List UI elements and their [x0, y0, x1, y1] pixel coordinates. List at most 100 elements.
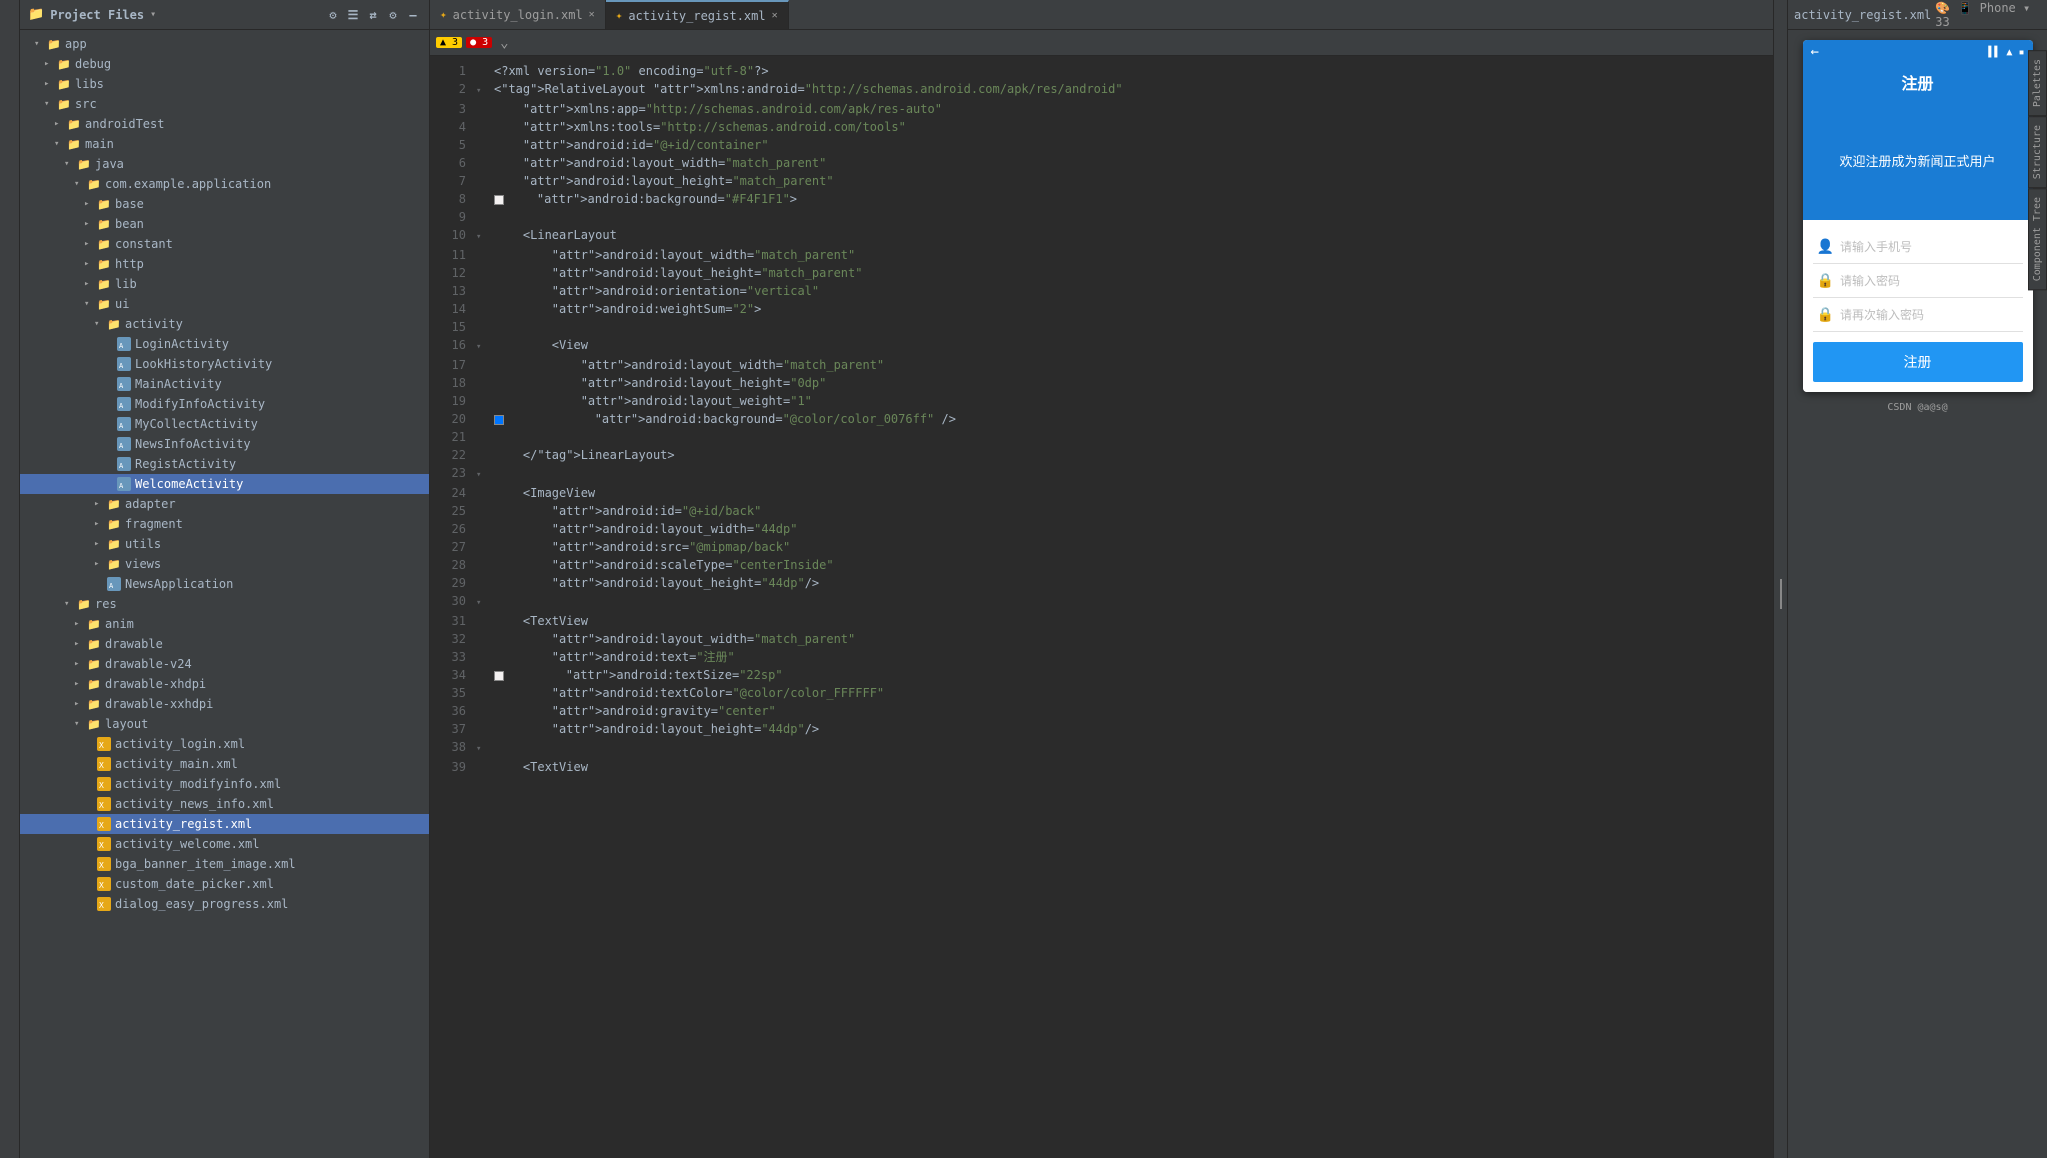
gutter-33	[476, 648, 492, 666]
fold-icon-30[interactable]: ▾	[476, 598, 481, 608]
tree-item-25[interactable]: ▸📁fragment	[20, 514, 429, 534]
tree-item-34[interactable]: ▸📁drawable-xxhdpi	[20, 694, 429, 714]
tab-label-2: activity_regist.xml	[628, 9, 765, 23]
tree-item-8[interactable]: ▾📁com.example.application	[20, 174, 429, 194]
phone-register-button[interactable]: 注册	[1813, 342, 2023, 382]
code-line-5: "attr">android:id="@+id/container"	[492, 136, 1763, 154]
tree-item-28[interactable]: ANewsApplication	[20, 574, 429, 594]
file-tree: ▾📁app▸📁debug▸📁libs▾📁src▸📁androidTest▾📁ma…	[20, 30, 429, 1158]
tree-item-29[interactable]: ▾📁res	[20, 594, 429, 614]
tree-item-20[interactable]: AMyCollectActivity	[20, 414, 429, 434]
tree-item-21[interactable]: ANewsInfoActivity	[20, 434, 429, 454]
code-line-8: "attr">android:background="#F4F1F1">	[492, 190, 1763, 208]
tree-item-13[interactable]: ▸📁lib	[20, 274, 429, 294]
tree-item-12[interactable]: ▸📁http	[20, 254, 429, 274]
tab-close-1[interactable]: ✕	[589, 9, 595, 20]
project-sidebar: 📁 Project Files ▾ ⚙ ☰ ⇄ ⚙ — ▾📁app▸📁debug…	[20, 0, 430, 1158]
tree-item-4[interactable]: ▾📁src	[20, 94, 429, 114]
fold-icon-2[interactable]: ▾	[476, 86, 481, 96]
line-num-25: 25	[440, 502, 476, 520]
tree-item-38[interactable]: Xactivity_modifyinfo.xml	[20, 774, 429, 794]
folder-icon-4: 📁	[56, 96, 72, 112]
fold-icon-10[interactable]: ▾	[476, 232, 481, 242]
tree-label-14: ui	[115, 297, 129, 311]
color-swatch-8	[494, 195, 504, 205]
tab-component-tree[interactable]: Component Tree	[2028, 188, 2047, 290]
tree-label-22: RegistActivity	[135, 457, 236, 471]
code-editor-container[interactable]: 1<?xml version="1.0" encoding="utf-8"?>2…	[430, 56, 1773, 1158]
line-num-1: 1	[440, 62, 476, 80]
tree-item-43[interactable]: Xcustom_date_picker.xml	[20, 874, 429, 894]
tree-arrow-4: ▾	[44, 99, 56, 109]
phone-form-area: 👤 请输入手机号 🔒 请输入密码 🔒 请再次输入密码 注册	[1803, 220, 2033, 392]
tree-item-19[interactable]: AModifyInfoActivity	[20, 394, 429, 414]
phone-icon[interactable]: 📱 Phone ▾ 33	[1935, 1, 2030, 29]
tab-login-xml[interactable]: ✦ activity_login.xml ✕	[430, 0, 606, 29]
palette-icon[interactable]: 🎨	[1935, 1, 1950, 15]
tree-item-5[interactable]: ▸📁androidTest	[20, 114, 429, 134]
settings-icon[interactable]: ⚙	[325, 7, 341, 23]
tree-item-6[interactable]: ▾📁main	[20, 134, 429, 154]
tree-item-3[interactable]: ▸📁libs	[20, 74, 429, 94]
tree-item-24[interactable]: ▸📁adapter	[20, 494, 429, 514]
tree-item-17[interactable]: ALookHistoryActivity	[20, 354, 429, 374]
phone-input-confirm: 🔒 请再次输入密码	[1813, 298, 2023, 332]
tree-item-9[interactable]: ▸📁base	[20, 194, 429, 214]
tree-label-38: activity_modifyinfo.xml	[115, 777, 281, 791]
minimize-icon[interactable]: —	[405, 7, 421, 23]
tree-item-41[interactable]: Xactivity_welcome.xml	[20, 834, 429, 854]
tree-label-23: WelcomeActivity	[135, 477, 243, 491]
tree-item-10[interactable]: ▸📁bean	[20, 214, 429, 234]
tree-item-14[interactable]: ▾📁ui	[20, 294, 429, 314]
tab-palettes[interactable]: Palettes	[2028, 50, 2047, 116]
tree-item-26[interactable]: ▸📁utils	[20, 534, 429, 554]
gutter-36	[476, 702, 492, 720]
line-num-5: 5	[440, 136, 476, 154]
tree-item-22[interactable]: ARegistActivity	[20, 454, 429, 474]
tree-item-1[interactable]: ▾📁app	[20, 34, 429, 54]
tree-label-15: activity	[125, 317, 183, 331]
tree-item-44[interactable]: Xdialog_easy_progress.xml	[20, 894, 429, 914]
sync-icon[interactable]: ⇄	[365, 7, 381, 23]
tree-item-37[interactable]: Xactivity_main.xml	[20, 754, 429, 774]
tree-item-2[interactable]: ▸📁debug	[20, 54, 429, 74]
code-line-21	[492, 428, 1763, 446]
preview-filename: activity_regist.xml	[1794, 8, 1931, 22]
tab-close-2[interactable]: ✕	[772, 10, 778, 21]
tree-item-32[interactable]: ▸📁drawable-v24	[20, 654, 429, 674]
tree-item-11[interactable]: ▸📁constant	[20, 234, 429, 254]
svg-text:X: X	[99, 761, 104, 770]
tree-label-18: MainActivity	[135, 377, 222, 391]
preview-panel: activity_regist.xml 🎨 📱 Phone ▾ 33 ← ▌▌ …	[1787, 0, 2047, 1158]
tab-regist-xml[interactable]: ✦ activity_regist.xml ✕	[606, 0, 789, 29]
fold-icon-38[interactable]: ▾	[476, 744, 481, 754]
tree-item-27[interactable]: ▸📁views	[20, 554, 429, 574]
fold-icon-16[interactable]: ▾	[476, 342, 481, 352]
tree-item-40[interactable]: Xactivity_regist.xml	[20, 814, 429, 834]
tree-item-23[interactable]: AWelcomeActivity	[20, 474, 429, 494]
folder-icon-5: 📁	[66, 116, 82, 132]
tree-item-7[interactable]: ▾📁java	[20, 154, 429, 174]
tree-item-36[interactable]: Xactivity_login.xml	[20, 734, 429, 754]
tree-item-15[interactable]: ▾📁activity	[20, 314, 429, 334]
tree-item-31[interactable]: ▸📁drawable	[20, 634, 429, 654]
java-icon-17: A	[116, 356, 132, 372]
folder-icon-7: 📁	[76, 156, 92, 172]
tree-item-42[interactable]: Xbga_banner_item_image.xml	[20, 854, 429, 874]
tree-item-39[interactable]: Xactivity_news_info.xml	[20, 794, 429, 814]
tree-item-30[interactable]: ▸📁anim	[20, 614, 429, 634]
code-line-25: "attr">android:id="@+id/back"	[492, 502, 1763, 520]
tree-item-18[interactable]: AMainActivity	[20, 374, 429, 394]
list-icon[interactable]: ☰	[345, 7, 361, 23]
tab-structure[interactable]: Structure	[2028, 116, 2047, 188]
person-icon: 👤	[1817, 239, 1834, 255]
tree-label-10: bean	[115, 217, 144, 231]
gear-icon[interactable]: ⚙	[385, 7, 401, 23]
fold-icon-23[interactable]: ▾	[476, 470, 481, 480]
folder-icon-24: 📁	[106, 496, 122, 512]
tree-item-16[interactable]: ALoginActivity	[20, 334, 429, 354]
line-num-3: 3	[440, 100, 476, 118]
expand-icon[interactable]: ⌄	[500, 35, 508, 51]
tree-item-35[interactable]: ▾📁layout	[20, 714, 429, 734]
tree-item-33[interactable]: ▸📁drawable-xhdpi	[20, 674, 429, 694]
